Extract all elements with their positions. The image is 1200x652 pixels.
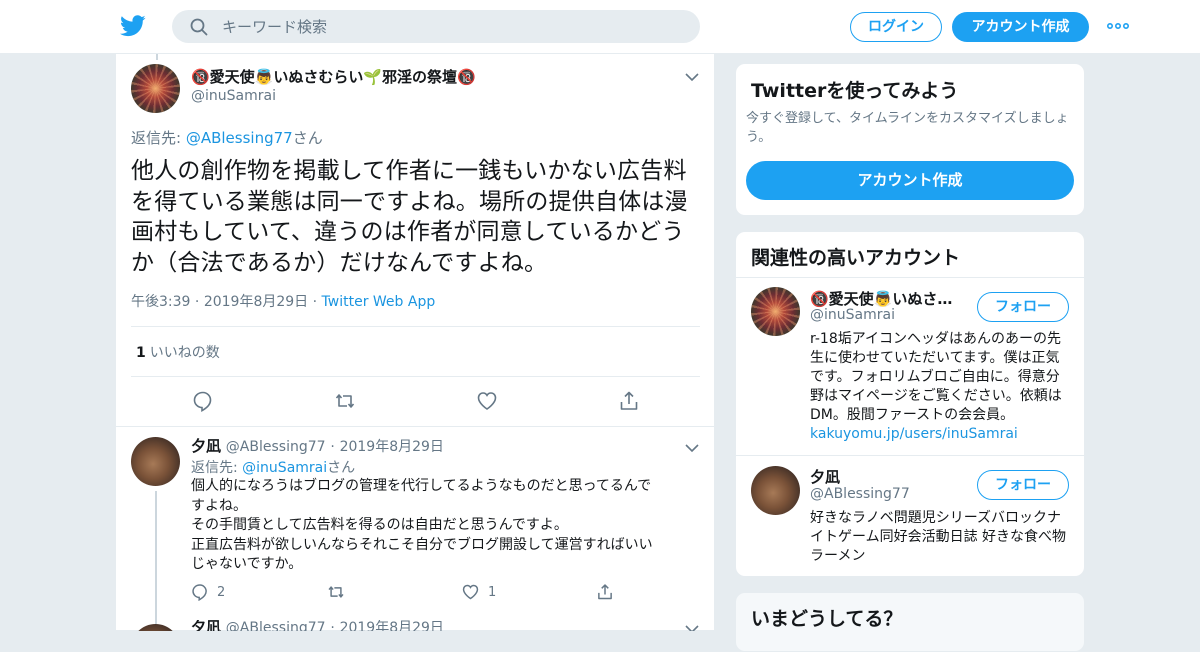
retweet-action[interactable] — [326, 583, 346, 603]
reply-to-link[interactable]: @inuSamrai — [242, 460, 327, 476]
author-handle[interactable]: @ABlessing77 — [226, 439, 326, 455]
follow-button[interactable]: フォロー — [977, 292, 1069, 322]
author-name[interactable]: 夕凪 — [191, 620, 221, 631]
twitter-bird-icon[interactable] — [120, 14, 146, 38]
divider — [131, 326, 700, 327]
author-handle[interactable]: @ABlessing77 — [226, 620, 326, 631]
reply-suffix: さん — [327, 460, 356, 476]
account-handle[interactable]: @ABlessing77 — [810, 486, 910, 502]
thread-line — [155, 491, 157, 631]
avatar[interactable] — [131, 64, 180, 113]
share-icon — [598, 584, 612, 600]
follow-button[interactable]: フォロー — [977, 470, 1069, 500]
reply-prefix: 返信先: — [191, 460, 243, 476]
meta-separator: · — [330, 620, 335, 631]
tweet-text-line: その手間賃として広告料を得るのは自由だと思うんですよ。 — [191, 517, 568, 533]
like-heart-icon — [462, 584, 479, 600]
more-dots-icon[interactable] — [1106, 18, 1130, 34]
thread-line — [156, 54, 158, 60]
share-icon[interactable] — [618, 390, 640, 412]
avatar[interactable] — [131, 437, 180, 486]
chevron-down-icon[interactable] — [685, 443, 699, 453]
next-tweet-peek[interactable]: 夕凪 @ABlessing77 · 2019年8月29日 — [116, 620, 714, 631]
tweet-text-line: じゃないですか。 — [191, 556, 303, 572]
reply-context: 返信先: @ABlessing77さん — [131, 127, 323, 148]
tweet-client[interactable]: Twitter Web App — [322, 294, 436, 310]
like-heart-icon[interactable] — [476, 390, 498, 412]
search-input[interactable] — [222, 10, 682, 43]
tweet-date[interactable]: 2019年8月29日 — [204, 294, 308, 310]
search-icon — [190, 18, 208, 36]
search-box[interactable] — [172, 10, 700, 43]
reply-count: 2 — [217, 584, 226, 600]
like-label: いいねの数 — [149, 345, 220, 361]
related-accounts-card: 関連性の高いアカウント 🔞愛天使👼いぬさ… @inuSamrai フォロー r-… — [735, 231, 1085, 577]
tweet-text-line: 個人的になろうはブログの管理を代行してるようなものだと思ってるんで — [191, 478, 652, 494]
signup-card: Twitterを使ってみよう 今すぐ登録して、タイムラインをカスタマイズしましょ… — [735, 63, 1085, 216]
avatar[interactable] — [751, 287, 800, 336]
retweet-icon — [328, 586, 344, 598]
reply-tweet[interactable]: 夕凪 @ABlessing77 · 2019年8月29日 返信先: @inuSa… — [116, 426, 714, 631]
signup-card-button[interactable]: アカウント作成 — [746, 161, 1074, 200]
account-name[interactable]: 夕凪 — [810, 466, 970, 487]
account-bio: 好きなラノベ問題児シリーズバロックナイトゲーム同好会活動日誌 好きな食べ物ラーメ… — [810, 510, 1067, 564]
account-handle[interactable]: @inuSamrai — [810, 307, 895, 323]
account-name[interactable]: 🔞愛天使👼いぬさ… — [810, 288, 970, 309]
author-name[interactable]: 🔞愛天使👼いぬさむらい🌱邪淫の祭壇🔞 — [191, 66, 476, 87]
reply-icon[interactable] — [192, 390, 214, 412]
main-tweet-column: 🔞愛天使👼いぬさむらい🌱邪淫の祭壇🔞 @inuSamrai 返信先: @ABle… — [115, 54, 715, 631]
reply-header: 夕凪 @ABlessing77 · 2019年8月29日 — [191, 435, 444, 456]
like-count: 1 — [488, 584, 497, 600]
login-button[interactable]: ログイン — [850, 12, 942, 42]
reply-prefix: 返信先: — [131, 129, 186, 147]
retweet-icon[interactable] — [334, 390, 356, 412]
tweet-text: 他人の創作物を掲載して作者に一銭もいかない広告料を得ている業態は同一ですよね。場… — [131, 158, 688, 276]
tweet-time[interactable]: 午後3:39 — [131, 294, 190, 310]
signup-card-subtitle: 今すぐ登録して、タイムラインをカスタマイズしましょう。 — [746, 111, 1069, 145]
trends-title: いまどうしてる？ — [751, 608, 903, 630]
bio-text: r-18垢アイコンヘッダはあんのあーの先生に使わせていただいてます。僕は正気です… — [810, 331, 1062, 423]
reply-header: 夕凪 @ABlessing77 · 2019年8月29日 — [191, 620, 444, 631]
meta-separator: · — [194, 294, 204, 310]
author-name[interactable]: 夕凪 — [191, 437, 221, 455]
like-stats[interactable]: 1 いいねの数 — [136, 342, 220, 362]
signup-card-title: Twitterを使ってみよう — [751, 80, 959, 102]
reply-to-link[interactable]: @ABlessing77 — [186, 129, 293, 147]
like-action[interactable]: 1 — [461, 583, 496, 603]
tweet-text-line: 正直広告料が欲しいんならそれこそ自分でブログ開設して運営すればいい — [191, 536, 653, 553]
reply-suffix: さん — [292, 129, 323, 147]
signup-button[interactable]: アカウント作成 — [952, 12, 1089, 42]
top-navigation-bar: ログイン アカウント作成 — [0, 0, 1200, 54]
avatar[interactable] — [751, 466, 800, 515]
tweet-date[interactable]: 2019年8月29日 — [340, 439, 444, 455]
tweet-text: 個人的になろうはブログの管理を代行してるようなものだと思ってるんで すよね。 そ… — [191, 477, 701, 575]
reply-context: 返信先: @inuSamraiさん — [191, 457, 355, 477]
reply-icon — [192, 584, 207, 602]
share-action[interactable] — [596, 583, 614, 603]
tweet-metadata: 午後3:39 · 2019年8月29日 · Twitter Web App — [131, 291, 435, 311]
divider — [736, 455, 1084, 456]
tweet-text-line: すよね。 — [191, 497, 247, 514]
meta-separator: · — [312, 294, 322, 310]
chevron-down-icon[interactable] — [685, 72, 699, 82]
tweet-date[interactable]: 2019年8月29日 — [340, 620, 444, 631]
related-accounts-title: 関連性の高いアカウント — [751, 247, 961, 269]
divider — [736, 277, 1084, 278]
author-handle[interactable]: @inuSamrai — [191, 88, 276, 104]
meta-separator: · — [330, 439, 335, 455]
trends-card: いまどうしてる？ — [735, 592, 1085, 652]
reply-action[interactable]: 2 — [191, 583, 225, 603]
divider — [131, 376, 700, 377]
like-count: 1 — [136, 345, 146, 361]
bio-link[interactable]: kakuyomu.jp/users/inuSamrai — [810, 426, 1018, 442]
account-bio: r-18垢アイコンヘッダはあんのあーの先生に使わせていただいてます。僕は正気です… — [810, 330, 1072, 444]
